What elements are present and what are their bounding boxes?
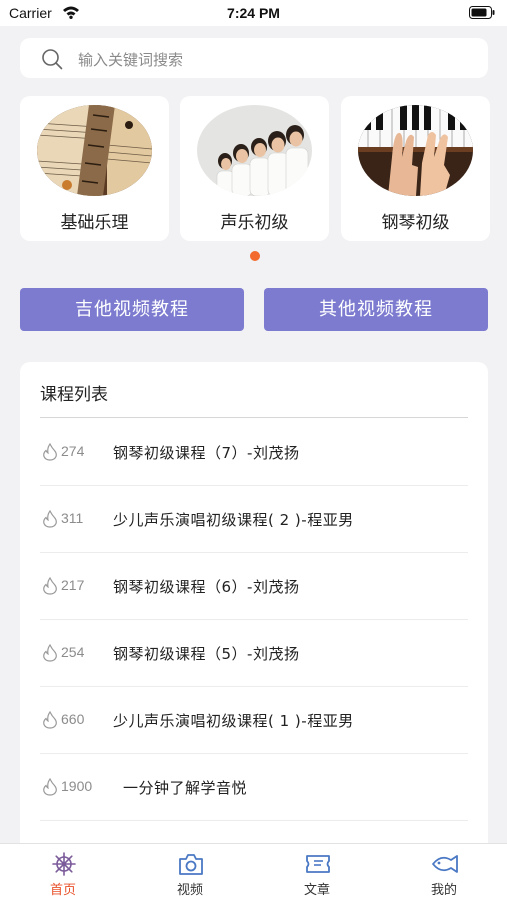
search-icon bbox=[42, 49, 63, 70]
course-title: 少儿声乐演唱初级课程( 2 )-程亚男 bbox=[113, 511, 354, 529]
course-list-item[interactable]: 217 钢琴初级课程（6）-刘茂扬 bbox=[40, 553, 468, 620]
piano-beginner-image bbox=[358, 105, 473, 196]
guitar-video-tutorial-button[interactable]: 吉他视频教程 bbox=[20, 288, 244, 331]
ship-wheel-icon bbox=[52, 852, 76, 876]
tab-label: 首页 bbox=[49, 883, 76, 898]
divider bbox=[40, 417, 468, 418]
course-title: 钢琴初级课程（6）-刘茂扬 bbox=[113, 578, 300, 596]
course-title: 一分钟了解学音悦 bbox=[123, 779, 248, 797]
course-list-item[interactable]: 311 少儿声乐演唱初级课程( 2 )-程亚男 bbox=[40, 486, 468, 553]
search-placeholder: 输入关键词搜索 bbox=[78, 51, 184, 69]
course-list-item[interactable]: 254 钢琴初级课程（5）-刘茂扬 bbox=[40, 620, 468, 687]
tab-articles[interactable]: 文章 bbox=[254, 844, 380, 900]
flame-icon bbox=[43, 711, 57, 729]
view-count: 254 bbox=[61, 644, 85, 660]
vocal-beginner-image bbox=[197, 105, 312, 196]
category-label: 声乐初级 bbox=[220, 213, 289, 233]
view-count: 311 bbox=[61, 510, 84, 526]
carousel-page-indicator bbox=[250, 251, 260, 261]
flame-icon bbox=[43, 443, 57, 461]
music-theory-image bbox=[37, 105, 152, 196]
view-count: 660 bbox=[61, 711, 85, 727]
category-label: 基础乐理 bbox=[60, 213, 129, 233]
course-list-title: 课程列表 bbox=[40, 385, 108, 405]
divider bbox=[40, 820, 468, 821]
tab-profile[interactable]: 我的 bbox=[381, 844, 507, 900]
view-count: 274 bbox=[61, 443, 85, 459]
course-list-item[interactable]: 660 少儿声乐演唱初级课程( 1 )-程亚男 bbox=[40, 687, 468, 754]
view-count: 217 bbox=[61, 577, 85, 593]
course-title: 少儿声乐演唱初级课程( 1 )-程亚男 bbox=[113, 712, 354, 730]
tab-label: 视频 bbox=[176, 883, 203, 898]
ticket-icon bbox=[306, 855, 330, 873]
status-bar: Carrier 7:24 PM bbox=[0, 0, 507, 26]
camera-icon bbox=[179, 854, 203, 875]
tab-home[interactable]: 首页 bbox=[0, 844, 126, 900]
status-time: 7:24 PM bbox=[227, 5, 280, 21]
category-card-vocal-beginner[interactable]: 声乐初级 bbox=[180, 96, 329, 241]
battery-icon bbox=[469, 6, 495, 19]
course-title: 钢琴初级课程（5）-刘茂扬 bbox=[113, 645, 300, 663]
category-card-music-theory[interactable]: 基础乐理 bbox=[20, 96, 169, 241]
flame-icon bbox=[43, 778, 57, 796]
bottom-tab-bar: 首页 视频 文章 我的 bbox=[0, 843, 507, 900]
course-list-panel: 课程列表 274 钢琴初级课程（7）-刘茂扬 311 少儿声乐演唱初级课程( 2… bbox=[20, 362, 488, 852]
category-label: 钢琴初级 bbox=[381, 213, 450, 233]
course-list-item[interactable]: 274 钢琴初级课程（7）-刘茂扬 bbox=[40, 419, 468, 486]
flame-icon bbox=[43, 577, 57, 595]
tab-video[interactable]: 视频 bbox=[127, 844, 253, 900]
category-card-piano-beginner[interactable]: 钢琴初级 bbox=[341, 96, 490, 241]
tab-label: 文章 bbox=[303, 883, 330, 898]
flame-icon bbox=[43, 644, 57, 662]
fish-icon bbox=[432, 855, 458, 873]
search-input[interactable]: 输入关键词搜索 bbox=[20, 38, 488, 78]
other-video-tutorial-button[interactable]: 其他视频教程 bbox=[264, 288, 488, 331]
course-title: 钢琴初级课程（7）-刘茂扬 bbox=[113, 444, 300, 462]
flame-icon bbox=[43, 510, 57, 528]
course-list-item[interactable]: 1900 一分钟了解学音悦 bbox=[40, 754, 468, 821]
tab-label: 我的 bbox=[430, 883, 457, 898]
view-count: 1900 bbox=[61, 778, 93, 794]
